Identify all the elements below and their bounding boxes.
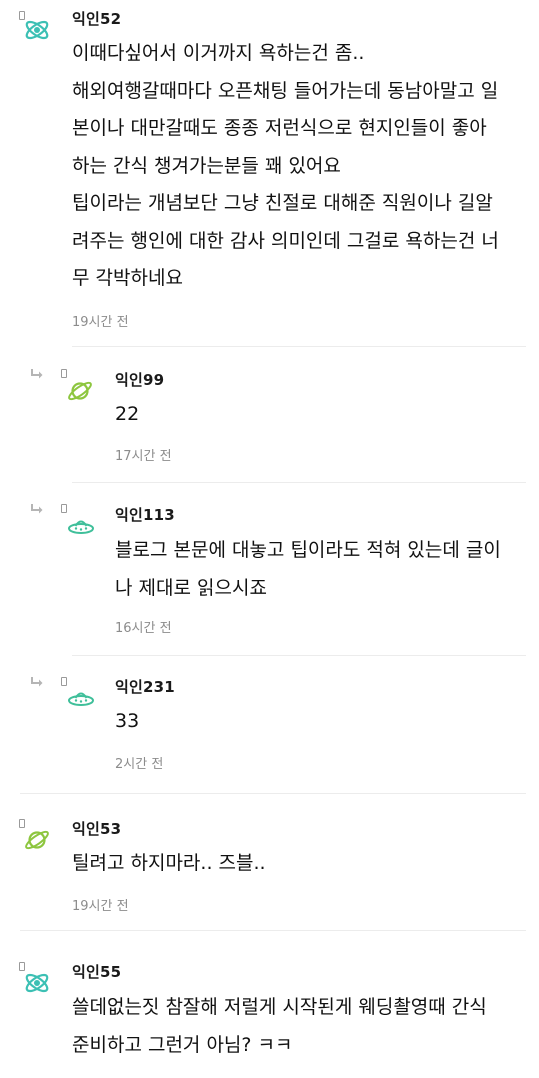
comment-text-line: 무 각박하네요 [72, 267, 183, 289]
comment-marker-icon [61, 504, 67, 513]
comment-text-line: 틸려고 하지마라.. 즈블.. [72, 852, 266, 874]
reply-item: 익인231 33 2시간 전 [0, 656, 539, 794]
comment-body: 22 [115, 396, 139, 434]
comment-nickname[interactable]: 익인231 [115, 676, 175, 697]
comment-text-line: 이때다싶어서 이거까지 욕하는건 좀.. [72, 42, 365, 64]
comment-text-line: 쓸데없는짓 참잘해 저럴게 시작된게 웨딩촬영때 간식 [72, 996, 487, 1018]
reply-arrow-icon [31, 677, 43, 687]
comment-text-line: 본이나 대만갈때도 종종 저런식으로 현지인들이 좋아 [72, 117, 487, 139]
atom-icon [25, 20, 49, 40]
planet-icon [68, 381, 92, 401]
comment-timestamp: 19시간 전 [72, 899, 129, 914]
comment-body: 블로그 본문에 대놓고 팁이라도 적혀 있는데 글이 나 제대로 읽으시죠 [115, 532, 501, 607]
comment-timestamp: 17시간 전 [115, 449, 172, 464]
comment-body: 33 [115, 703, 139, 741]
comment-body: 이때다싶어서 이거까지 욕하는건 좀.. 해외여행갈때마다 오픈채팅 들어가는데… [72, 35, 499, 298]
reply-arrow-icon [31, 504, 43, 514]
comment-timestamp: 2시간 전 [115, 757, 164, 772]
comment-text-line: 하는 간식 챙겨가는분들 꽤 있어요 [72, 154, 341, 177]
comment-text-line: 22 [115, 403, 140, 425]
comment-text-line: 블로그 본문에 대놓고 팁이라도 적혀 있는데 글이 [115, 539, 501, 561]
comment-nickname[interactable]: 익인52 [72, 8, 121, 29]
comment-body: 틸려고 하지마라.. 즈블.. [72, 845, 266, 883]
comment-text-line: 나 제대로 읽으시죠 [115, 576, 267, 599]
comment-text-line: 준비하고 그런거 아님? ㅋㅋ [72, 1033, 293, 1056]
planet-icon [25, 830, 49, 850]
comment-item: 익인53 틸려고 하지마라.. 즈블.. 19시간 전 [0, 794, 539, 931]
reply-item: 익인113 블로그 본문에 대놓고 팁이라도 적혀 있는데 글이 나 제대로 읽… [0, 483, 539, 656]
comment-timestamp: 16시간 전 [115, 621, 172, 636]
comment-item: 익인52 이때다싶어서 이거까지 욕하는건 좀.. 해외여행갈때마다 오픈채팅 … [0, 0, 539, 347]
comment-text-line: 33 [115, 710, 140, 732]
ufo-icon [68, 692, 94, 706]
divider [20, 930, 526, 931]
comment-nickname[interactable]: 익인99 [115, 369, 164, 390]
comment-text-line: 려주는 행인에 대한 감사 의미인데 그걸로 욕하는건 너 [72, 229, 499, 252]
comment-timestamp: 19시간 전 [72, 315, 129, 330]
comment-nickname[interactable]: 익인113 [115, 504, 175, 525]
comment-body: 쓸데없는짓 참잘해 저럴게 시작된게 웨딩촬영때 간식 준비하고 그런거 아님?… [72, 989, 487, 1064]
ufo-icon [68, 520, 94, 534]
comment-item: 익인55 쓸데없는짓 참잘해 저럴게 시작된게 웨딩촬영때 간식 준비하고 그런… [0, 932, 539, 1078]
reply-arrow-icon [31, 369, 43, 379]
comment-text-line: 팁이라는 개념보단 그냥 친절로 대해준 직원이나 길알 [72, 192, 493, 214]
comment-nickname[interactable]: 익인53 [72, 818, 121, 839]
comment-nickname[interactable]: 익인55 [72, 961, 121, 982]
comment-text-line: 해외여행갈때마다 오픈채팅 들어가는데 동남아말고 일 [72, 79, 499, 102]
atom-icon [25, 973, 49, 993]
reply-item: 익인99 22 17시간 전 [0, 347, 539, 483]
